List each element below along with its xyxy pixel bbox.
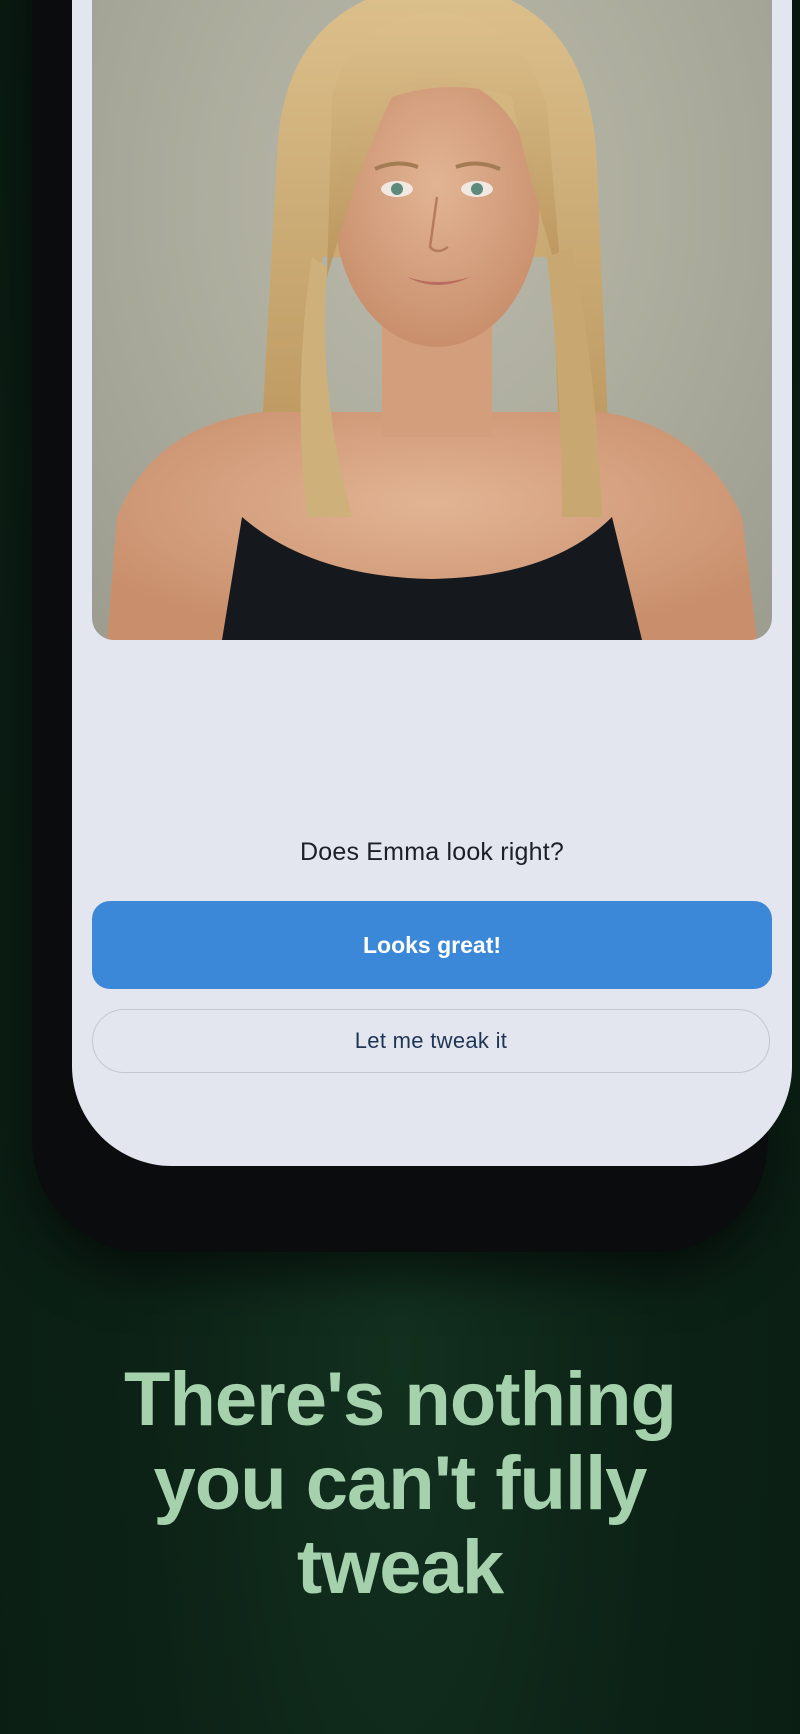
headline-line-2: you can't fully [153, 1441, 648, 1526]
tweak-button[interactable]: Let me tweak it [92, 1009, 770, 1073]
headline-line-1: There's nothing [124, 1357, 677, 1442]
phone-frame: Does Emma look right? Looks great! Let m… [32, 0, 792, 1252]
headline-line-3: tweak [296, 1525, 504, 1610]
confirmation-question: Does Emma look right? [299, 838, 565, 866]
looks-great-button[interactable]: Looks great! [92, 901, 772, 989]
promo-headline: There's nothing you can't fully tweak [40, 1358, 760, 1610]
portrait-image [107, 0, 757, 640]
portrait-photo [92, 0, 772, 640]
app-screen: Does Emma look right? Looks great! Let m… [72, 0, 792, 1166]
